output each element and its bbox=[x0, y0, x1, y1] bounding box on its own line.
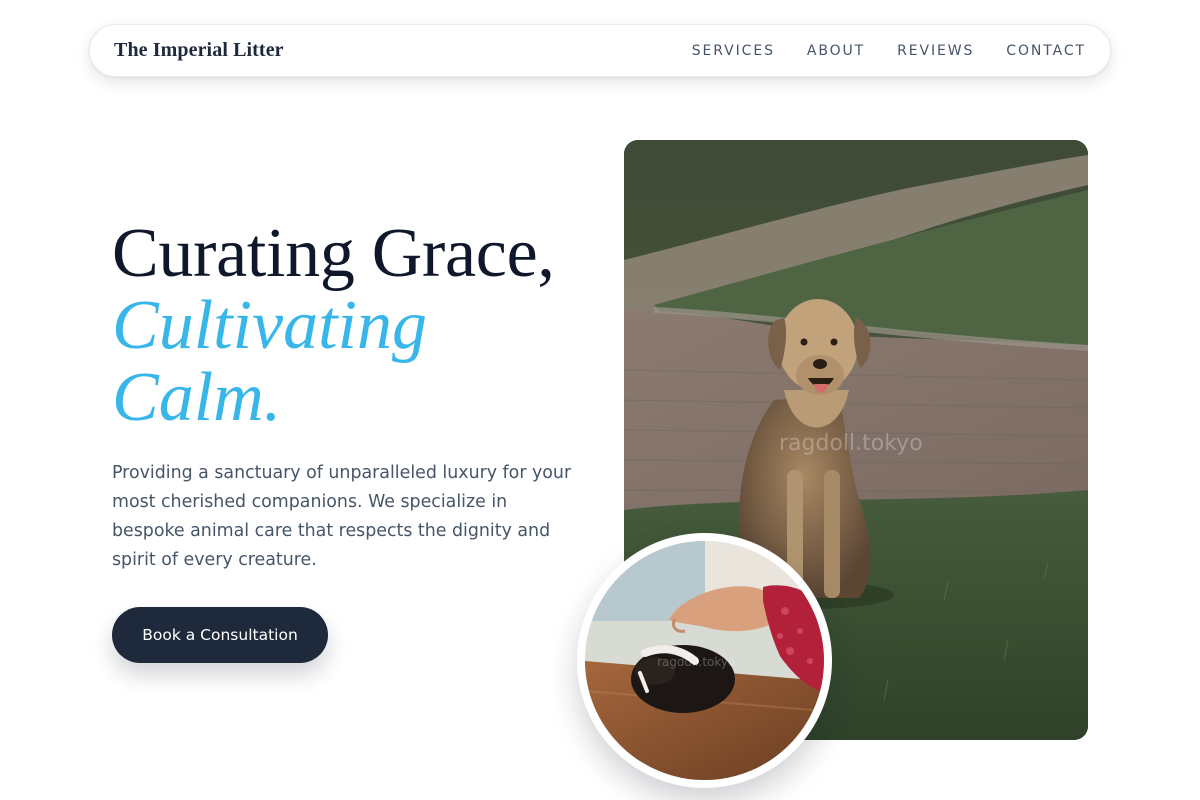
headline-line-1: Curating Grace, bbox=[112, 215, 555, 292]
nav-links: SERVICES ABOUT REVIEWS CONTACT bbox=[692, 43, 1086, 59]
inset-watermark: ragdoll.tokyo bbox=[657, 655, 735, 669]
hero-headline: Curating Grace, Cultivating Calm. bbox=[112, 218, 555, 434]
top-navigation: The Imperial Litter SERVICES ABOUT REVIE… bbox=[89, 24, 1111, 77]
nav-link-services[interactable]: SERVICES bbox=[692, 43, 775, 59]
nav-link-contact[interactable]: CONTACT bbox=[1006, 43, 1086, 59]
hero-description: Providing a sanctuary of unparalleled lu… bbox=[112, 463, 572, 570]
nav-link-about[interactable]: ABOUT bbox=[807, 43, 865, 59]
inset-animal-photo: ragdoll.tokyo bbox=[577, 533, 832, 788]
main-watermark: ragdoll.tokyo bbox=[779, 431, 923, 456]
nav-link-reviews[interactable]: REVIEWS bbox=[897, 43, 974, 59]
brand-logo[interactable]: The Imperial Litter bbox=[114, 39, 284, 62]
book-consultation-button[interactable]: Book a Consultation bbox=[112, 607, 328, 663]
headline-line-3: Calm. bbox=[112, 359, 282, 436]
headline-line-2: Cultivating bbox=[112, 287, 427, 364]
